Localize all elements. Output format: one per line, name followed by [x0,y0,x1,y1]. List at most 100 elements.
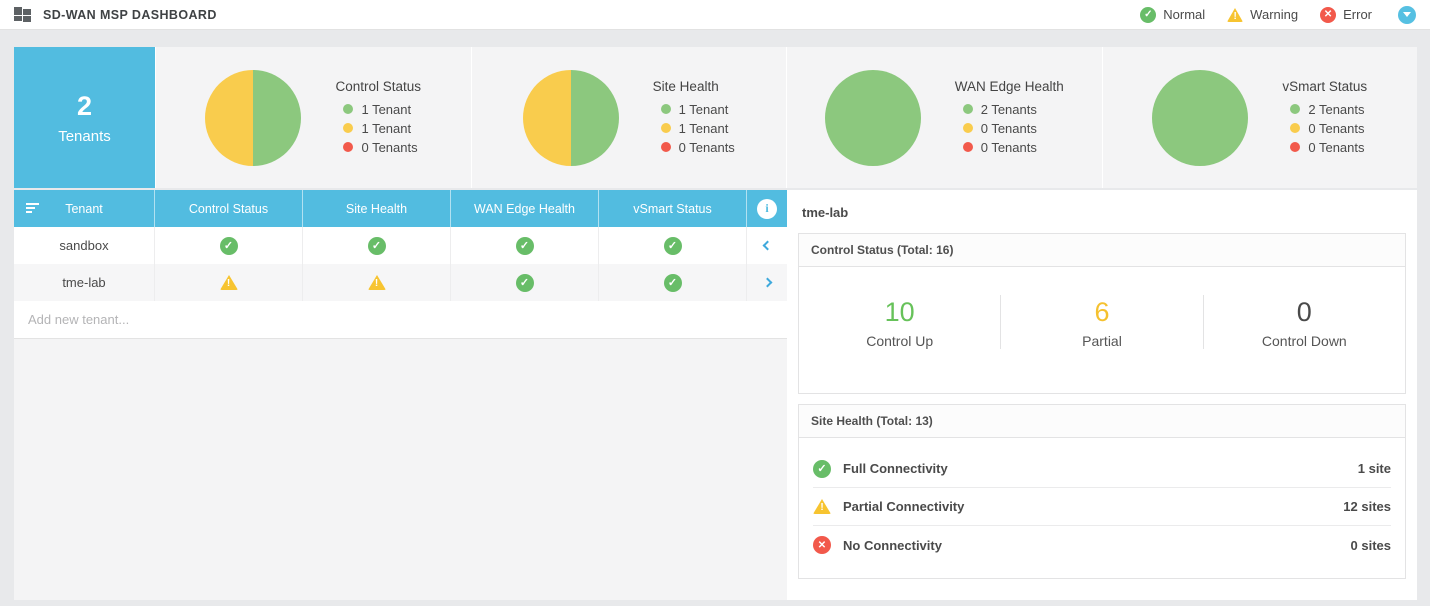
green-dot-icon [343,104,354,114]
control-status-pie [205,69,302,166]
column-header-control-status: Control Status [155,190,303,227]
legend-item: 1 Tenant [335,100,421,119]
red-dot-icon [660,142,671,152]
tenant-count-tile[interactable]: 2 Tenants [14,47,155,188]
site-row-value: 0 sites [1350,537,1391,553]
site-row-no-connectivity: No Connectivity 0 sites [813,526,1391,564]
stat-label: Control Down [1261,333,1347,349]
legend-normal: Normal [1140,6,1206,23]
status-warning-icon [813,499,831,514]
yellow-dot-icon [1290,123,1301,133]
app-grid-icon[interactable] [14,7,31,22]
legend-item-label: 0 Tenants [678,139,735,155]
stat-value: 0 [1296,297,1312,327]
table-row-sandbox[interactable]: sandbox [14,227,787,264]
warning-triangle-icon [1227,7,1244,22]
top-bar: SD-WAN MSP DASHBOARD Normal Warning Erro… [0,0,1430,30]
site-row-partial-connectivity: Partial Connectivity 12 sites [813,488,1391,526]
legend-item: 0 Tenants [1282,138,1367,157]
chevron-left-icon[interactable] [762,240,772,251]
vsmart-status-cell [599,227,747,264]
legend-item: 0 Tenants [335,138,421,157]
status-ok-icon [663,273,682,292]
wan-edge-health-cell [451,227,599,264]
status-ok-icon [515,273,534,292]
dashboard-content: 2 Tenants Control Status 1 Tenant 1 Tena… [14,47,1417,600]
stat-value: 6 [1094,297,1110,327]
status-ok-icon [367,236,386,255]
legend-item: 1 Tenant [335,119,421,138]
add-tenant-input[interactable] [14,301,787,338]
page-title: SD-WAN MSP DASHBOARD [43,7,217,22]
stat-control-down: 0 Control Down [1202,295,1405,349]
red-dot-icon [1290,142,1301,152]
site-row-full-connectivity: Full Connectivity 1 site [813,450,1391,488]
control-status-chart: Control Status 1 Tenant 1 Tenant 0 Tenan… [155,47,471,188]
control-status-card: Control Status (Total: 16) 10 Control Up… [798,233,1406,394]
add-tenant-row [14,301,787,339]
legend-item: 0 Tenants [653,138,735,157]
site-health-rows: Full Connectivity 1 site Partial Connect… [799,438,1405,578]
stat-label: Control Up [866,333,934,349]
control-status-legend: Control Status 1 Tenant 1 Tenant 0 Tenan… [335,79,421,157]
legend-item-label: 0 Tenants [980,139,1037,155]
site-health-cell [303,264,451,301]
dropdown-chevron-icon[interactable] [1398,5,1416,24]
stat-label: Partial [1082,333,1122,349]
red-dot-icon [343,142,354,152]
chart-title: Control Status [335,78,422,94]
column-header-wan-edge-health: WAN Edge Health [451,190,599,227]
control-status-stats: 10 Control Up 6 Partial 0 Control Down [799,267,1405,393]
red-dot-icon [962,142,973,152]
site-health-card-title: Site Health (Total: 13) [799,405,1405,438]
chart-title: vSmart Status [1282,78,1368,94]
column-header-label: Tenant [65,201,103,216]
site-health-card: Site Health (Total: 13) Full Connectivit… [798,404,1406,579]
control-status-cell [155,264,303,301]
wan-edge-health-chart: WAN Edge Health 2 Tenants 0 Tenants 0 Te… [786,47,1102,188]
legend-item: 1 Tenant [653,119,735,138]
legend-warning: Warning [1227,7,1298,22]
legend-item-label: 2 Tenants [1308,101,1365,117]
wan-edge-health-pie [824,69,921,166]
table-filler [14,339,787,600]
row-expand-cell [747,264,787,301]
wan-edge-health-cell [451,264,599,301]
status-error-icon [813,536,831,554]
legend-error-label: Error [1343,7,1372,22]
info-icon[interactable] [757,198,777,219]
green-dot-icon [1290,104,1301,114]
row-expand-cell [747,227,787,264]
legend-item: 0 Tenants [955,119,1064,138]
stat-value: 10 [884,297,915,327]
vsmart-status-pie [1152,69,1249,166]
legend-item-label: 2 Tenants [980,101,1037,117]
tenant-detail-panel: tme-lab Control Status (Total: 16) 10 Co… [787,190,1417,600]
green-dot-icon [962,104,973,114]
vsmart-status-chart: vSmart Status 2 Tenants 0 Tenants 0 Tena… [1101,47,1418,188]
status-legend: Normal Warning Error [1140,5,1416,24]
legend-item: 0 Tenants [1282,119,1367,138]
error-cross-icon [1320,6,1337,23]
legend-item: 1 Tenant [653,100,735,119]
control-status-cell [155,227,303,264]
legend-item-label: 0 Tenants [980,120,1037,136]
chevron-right-icon[interactable] [762,277,772,288]
site-row-label: Partial Connectivity [843,499,965,514]
legend-item-label: 0 Tenants [1308,139,1365,155]
legend-normal-label: Normal [1163,7,1206,22]
legend-item: 2 Tenants [1282,100,1367,119]
status-ok-icon [663,236,682,255]
legend-item: 0 Tenants [955,138,1064,157]
column-header-vsmart-status: vSmart Status [599,190,747,227]
legend-item-label: 1 Tenant [361,101,412,117]
site-health-legend: Site Health 1 Tenant 1 Tenant 0 Tenants [653,79,735,157]
green-dot-icon [660,104,671,114]
sort-icon[interactable] [26,203,40,213]
chart-title: WAN Edge Health [954,78,1064,94]
column-header-label: vSmart Status [633,201,712,216]
status-warning-icon [367,275,386,290]
column-header-tenant: Tenant [14,190,155,227]
table-row-tme-lab[interactable]: tme-lab [14,264,787,301]
vsmart-status-cell [599,264,747,301]
